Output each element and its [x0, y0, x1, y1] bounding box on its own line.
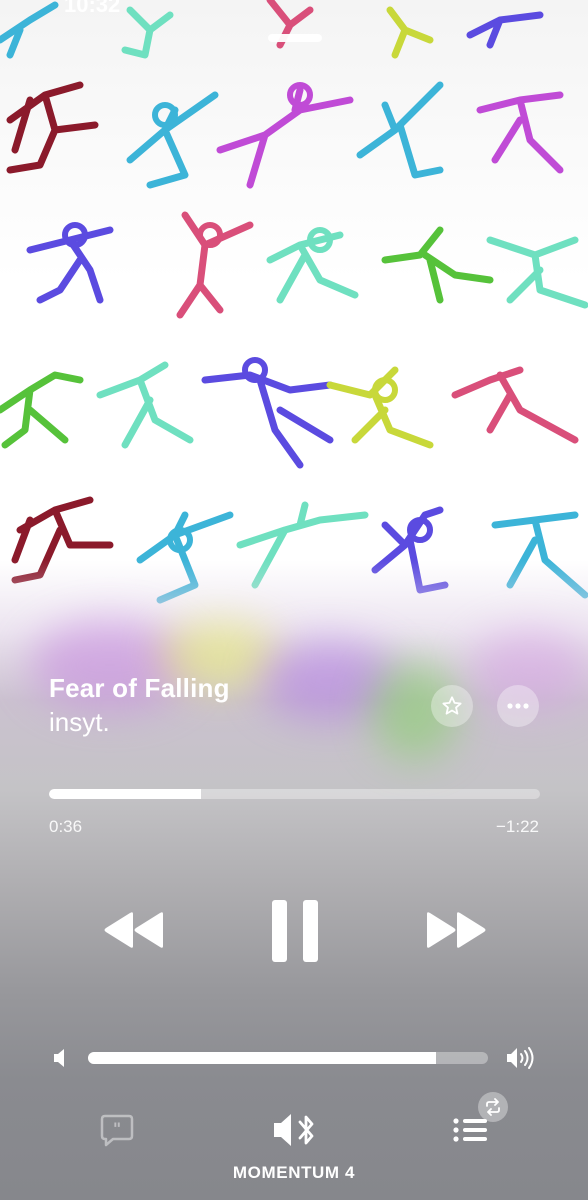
volume-fill — [88, 1052, 436, 1064]
volume-min-indicator — [52, 1047, 70, 1069]
bluetooth-speaker-icon — [274, 1114, 314, 1146]
now-playing-screen: 10:32 Fear of Falling insyt. 0:36 −1:22 — [0, 0, 588, 1200]
track-artist[interactable]: insyt. — [49, 707, 110, 738]
favorite-button[interactable] — [431, 685, 473, 727]
status-bar-time: 10:32 — [64, 0, 121, 17]
output-device-label[interactable]: MOMENTUM 4 — [0, 1163, 588, 1183]
ellipsis-icon — [507, 703, 529, 709]
repeat-indicator[interactable] — [478, 1092, 508, 1122]
svg-text:": " — [113, 1119, 121, 1138]
star-icon — [442, 696, 462, 715]
next-track-button[interactable] — [418, 905, 494, 955]
pause-icon — [272, 900, 318, 962]
lyrics-button[interactable]: " — [99, 1112, 135, 1148]
forward-icon — [427, 912, 486, 948]
volume-slider[interactable] — [88, 1052, 488, 1064]
remaining-time: −1:22 — [495, 817, 539, 836]
speaker-low-icon — [54, 1049, 64, 1067]
volume-max-indicator — [505, 1044, 539, 1072]
repeat-icon — [486, 1098, 500, 1116]
speaker-high-icon — [507, 1047, 534, 1069]
backward-icon — [104, 912, 163, 948]
pause-button[interactable] — [266, 898, 324, 964]
elapsed-time: 0:36 — [49, 817, 83, 836]
sheet-grabber[interactable] — [268, 34, 322, 42]
previous-track-button[interactable] — [96, 905, 172, 955]
audio-output-button[interactable] — [272, 1110, 318, 1150]
lyrics-quote-icon: " — [100, 1114, 134, 1147]
track-title[interactable]: Fear of Falling — [49, 673, 230, 704]
playback-progress-fill — [49, 789, 202, 799]
playback-scrubber[interactable] — [49, 789, 540, 799]
more-options-button[interactable] — [497, 685, 539, 727]
